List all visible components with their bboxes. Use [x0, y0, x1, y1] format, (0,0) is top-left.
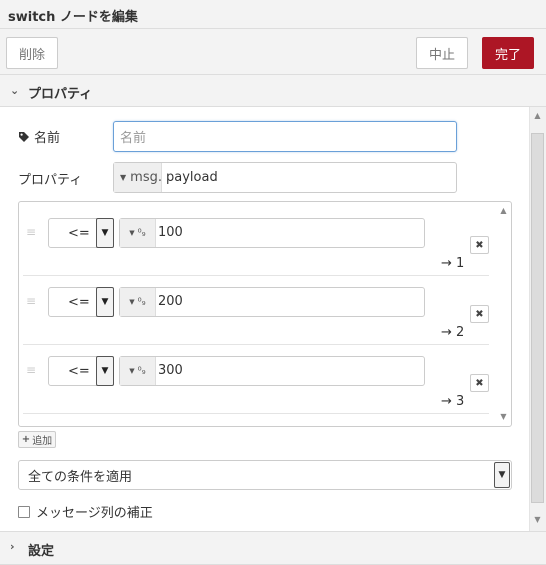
- rule-row: ≡ <= ▼ ▼ ⁰₉ 100 → 1 ✖: [23, 208, 489, 276]
- number-type-selector[interactable]: ▼ ⁰₉: [120, 288, 156, 316]
- repair-checkbox[interactable]: [18, 505, 30, 518]
- caret-down-icon: ▼: [129, 229, 135, 237]
- close-icon: ✖: [475, 308, 484, 320]
- scroll-down-icon[interactable]: ▼: [495, 412, 512, 421]
- remove-rule-button[interactable]: ✖: [470, 305, 489, 323]
- chevron-down-icon[interactable]: ▼: [96, 218, 114, 248]
- rule-value: 100: [158, 225, 183, 240]
- close-icon: ✖: [475, 239, 484, 251]
- remove-rule-button[interactable]: ✖: [470, 236, 489, 254]
- rule-row: ≡ <= ▼ ▼ ⁰₉ 200 → 2 ✖: [23, 277, 489, 345]
- scroll-up-icon[interactable]: ▲: [529, 111, 546, 120]
- plus-icon: +: [21, 434, 31, 445]
- number-type-selector[interactable]: ▼ ⁰₉: [120, 219, 156, 247]
- panel-scroll-thumb[interactable]: [531, 133, 544, 503]
- caret-down-icon: ▼: [129, 298, 135, 306]
- name-input-placeholder: 名前: [120, 131, 147, 146]
- number-type-icon: ⁰₉: [137, 296, 146, 308]
- tag-icon: [19, 131, 29, 142]
- property-value: payload: [166, 170, 218, 185]
- add-rule-button[interactable]: + 追加: [18, 431, 56, 448]
- chevron-down-icon[interactable]: ▼: [96, 356, 114, 386]
- repair-label: メッセージ列の補正: [36, 506, 153, 521]
- rule-row: ≡ <= ▼ ▼ ⁰₉ 300 → 3 ✖: [23, 346, 489, 414]
- rules-scrollbar[interactable]: ▲ ▼: [497, 204, 510, 424]
- done-button[interactable]: 完了: [482, 37, 534, 69]
- close-icon: ✖: [475, 377, 484, 389]
- rule-value: 200: [158, 294, 183, 309]
- rule-value: 300: [158, 363, 183, 378]
- output-label: → 2: [441, 325, 465, 340]
- property-label: プロパティ: [18, 173, 83, 188]
- section-properties[interactable]: ⌄ プロパティ: [0, 75, 546, 107]
- scroll-up-icon[interactable]: ▲: [495, 206, 512, 215]
- cancel-button[interactable]: 中止: [416, 37, 468, 69]
- drag-handle-icon[interactable]: ≡: [26, 295, 38, 307]
- number-type-icon: ⁰₉: [137, 227, 146, 239]
- output-label: → 3: [441, 394, 465, 409]
- drag-handle-icon[interactable]: ≡: [26, 364, 38, 376]
- number-type-icon: ⁰₉: [137, 365, 146, 377]
- delete-button[interactable]: 削除: [6, 37, 58, 69]
- tray-title: switch ノードを編集: [8, 10, 138, 25]
- name-input[interactable]: 名前: [113, 121, 457, 152]
- chevron-down-icon[interactable]: ▼: [494, 462, 510, 488]
- add-rule-label: 追加: [32, 436, 53, 447]
- scroll-down-icon[interactable]: ▼: [529, 515, 546, 524]
- section-settings-label: 設定: [28, 544, 55, 559]
- name-label-text: 名前: [34, 131, 61, 146]
- repair-option[interactable]: メッセージ列の補正: [18, 502, 153, 521]
- property-type-selector[interactable]: ▼ msg.: [114, 163, 162, 192]
- output-label: → 1: [441, 256, 465, 271]
- name-label: 名前: [18, 127, 60, 146]
- number-type-selector[interactable]: ▼ ⁰₉: [120, 357, 156, 385]
- caret-down-icon: ▼: [129, 367, 135, 375]
- remove-rule-button[interactable]: ✖: [470, 374, 489, 392]
- property-input[interactable]: [113, 162, 457, 193]
- section-settings[interactable]: › 設定: [0, 531, 546, 565]
- chevron-right-icon: ›: [10, 540, 15, 553]
- section-properties-label: プロパティ: [28, 87, 93, 102]
- caret-down-icon: ▼: [120, 173, 127, 182]
- drag-handle-icon[interactable]: ≡: [26, 226, 38, 238]
- chevron-down-icon[interactable]: ▼: [96, 287, 114, 317]
- chevron-down-icon: ⌄: [10, 84, 20, 97]
- property-type-label: msg.: [130, 170, 162, 185]
- rule-mode-select[interactable]: 全ての条件を適用: [18, 460, 512, 490]
